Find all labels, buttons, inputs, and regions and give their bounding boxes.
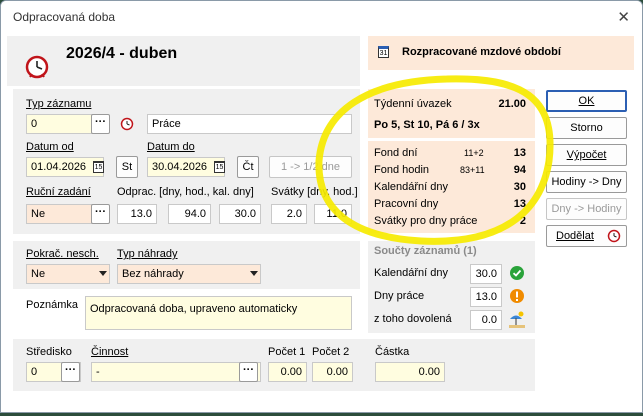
work-days-label: Pracovní dny (374, 198, 439, 210)
date-from-label: Datum od (26, 141, 74, 153)
holidays-label: Svátky pro dny práce (374, 215, 478, 227)
count1-input[interactable]: 0.00 (268, 362, 307, 382)
check-circle-icon (510, 266, 524, 280)
fund-hours-label: Fond hodin (374, 164, 430, 176)
days-to-hours-button[interactable]: Dny -> Hodiny (546, 198, 627, 220)
sums-title: Součty záznamů (1) (374, 245, 477, 257)
chevron-down-icon (99, 271, 107, 276)
date-from-weekday: St (116, 156, 138, 178)
compensation-value: Bez náhrady (122, 268, 184, 280)
center-lookup-button[interactable]: ··· (61, 362, 80, 382)
note-label: Poznámka (26, 299, 78, 311)
worked-label: Odprac. [dny, hod., kal. dny] (117, 186, 254, 198)
warning-circle-icon (510, 289, 524, 303)
calculate-button[interactable]: Výpočet (546, 144, 627, 166)
activity-label: Činnost (91, 346, 129, 358)
count2-label: Počet 2 (312, 346, 350, 358)
compensation-label: Typ náhrady (117, 248, 178, 260)
activity-lookup-button[interactable]: ··· (239, 362, 258, 382)
chevron-down-icon (250, 271, 258, 276)
fund-days-extra: 11+2 (464, 148, 484, 158)
count1-label: Počet 1 (268, 346, 306, 358)
compensation-select[interactable]: Bez náhrady (117, 264, 261, 284)
clock-icon (120, 117, 134, 131)
workload-label: Týdenní úvazek (374, 98, 452, 110)
dialog-window: Odpracovaná doba ✕ 2026/4 - duben 31 Roz… (0, 0, 643, 413)
date-to-calendar-icon[interactable]: 15 (214, 161, 225, 173)
note-textarea[interactable]: Odpracovaná doba, upraveno automaticky (85, 296, 352, 330)
amount-input[interactable]: 0.00 (375, 362, 445, 382)
half-day-button[interactable]: 1 -> 1/2 dne (269, 156, 352, 178)
period-state-panel: 31 Rozpracované mzdové období (368, 36, 634, 70)
amount-label: Částka (375, 346, 410, 358)
workload-value: 21.00 (498, 98, 526, 110)
alarm-clock-icon (25, 55, 49, 79)
fund-hours-value: 94 (513, 164, 526, 176)
count2-input[interactable]: 0.00 (312, 362, 353, 382)
header-panel: 2026/4 - duben (7, 36, 360, 86)
holiday-label: Svátky [dny, hod.] (271, 186, 358, 198)
continuation-select[interactable]: Ne (26, 264, 110, 284)
title-bar: Odpracovaná doba ✕ (1, 1, 642, 33)
continuation-label: Pokrač. nesch. (26, 248, 99, 260)
center-label: Středisko (26, 346, 72, 358)
sums-work-value: 13.0 (470, 287, 502, 307)
clock-icon (607, 229, 621, 243)
worked-cal-days-input[interactable]: 30.0 (219, 204, 261, 224)
sums-cal-label: Kalendářní dny (374, 267, 448, 279)
sums-cal-value: 30.0 (470, 264, 502, 284)
cost-center-panel: Středisko 0 ··· Činnost - ··· Počet 1 0.… (13, 339, 535, 391)
manual-entry-lookup-button[interactable]: ··· (91, 204, 110, 224)
sickness-panel: Pokrač. nesch. Ne Typ náhrady Bez náhrad… (13, 241, 360, 289)
cancel-button[interactable]: Storno (546, 117, 627, 139)
worked-hours-input[interactable]: 94.0 (168, 204, 211, 224)
holidays-value: 2 (519, 215, 526, 227)
hours-to-days-button[interactable]: Hodiny -> Dny (546, 171, 627, 193)
calendar-icon: 31 (378, 46, 389, 58)
date-from-calendar-icon[interactable]: 15 (93, 161, 104, 173)
record-panel: Typ záznamu 0 ··· Práce Datum od 01.04.2… (13, 89, 360, 234)
activity-input[interactable]: - (91, 362, 261, 382)
fund-days-value: 13 (513, 147, 526, 159)
fund-hours-extra: 83+11 (460, 165, 485, 175)
window-title: Odpracovaná doba (13, 10, 116, 24)
close-icon[interactable]: ✕ (617, 8, 630, 26)
workload-panel: Týdenní úvazek 21.00 Po 5, St 10, Pá 6 /… (368, 89, 535, 138)
date-to-weekday: Čt (237, 156, 259, 178)
worked-days-input[interactable]: 13.0 (117, 204, 157, 224)
sums-panel: Součty záznamů (1) Kalendářní dny 30.0 D… (368, 241, 535, 333)
date-to-label: Datum do (147, 141, 195, 153)
period-title: 2026/4 - duben (66, 45, 178, 62)
holiday-hours-input[interactable]: 11.0 (314, 204, 352, 224)
type-lookup-button[interactable]: ··· (91, 114, 110, 134)
ok-button[interactable]: OK (546, 90, 627, 112)
calendar-days-label: Kalendářní dny (374, 181, 448, 193)
holiday-days-input[interactable]: 2.0 (271, 204, 307, 224)
period-state: Rozpracované mzdové období (402, 46, 561, 58)
calendar-days-value: 30 (513, 181, 526, 193)
refine-button[interactable]: Dodělat (546, 225, 627, 247)
manual-entry-label: Ruční zadání (26, 186, 91, 198)
continuation-value: Ne (31, 268, 46, 280)
sums-vac-label: z toho dovolená (374, 313, 452, 325)
type-label: Typ záznamu (26, 98, 92, 110)
fund-days-label: Fond dní (374, 147, 418, 159)
funds-panel: Fond dní 11+2 13 Fond hodin 83+11 94 Kal… (368, 141, 535, 233)
workload-pattern: Po 5, St 10, Pá 6 / 3x (374, 119, 480, 131)
beach-umbrella-icon (509, 311, 525, 328)
sums-vac-value: 0.0 (470, 310, 502, 330)
work-days-value: 13 (513, 198, 526, 210)
sums-work-label: Dny práce (374, 290, 425, 302)
note-section: Poznámka Odpracovaná doba, upraveno auto… (13, 292, 360, 336)
type-name-field: Práce (147, 114, 352, 134)
